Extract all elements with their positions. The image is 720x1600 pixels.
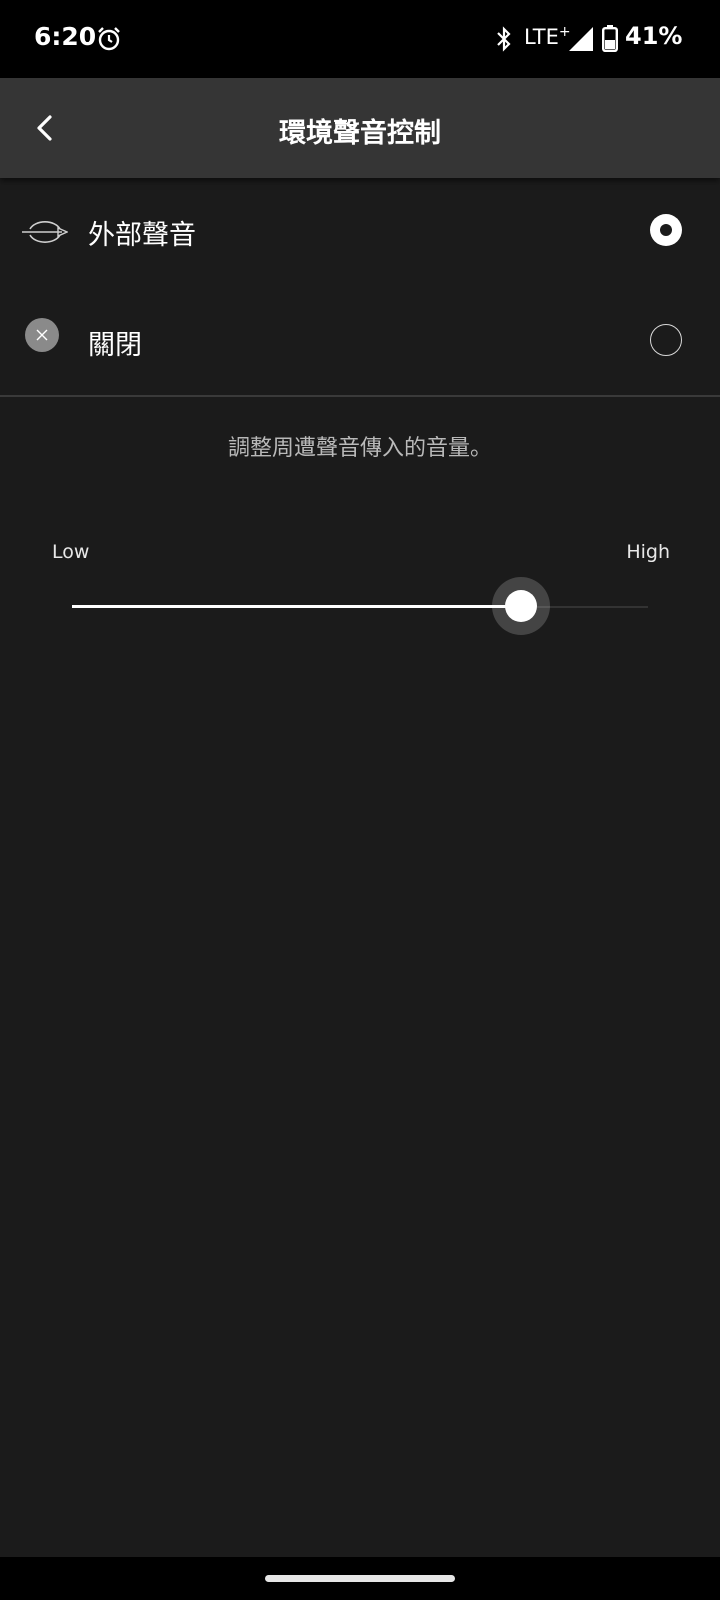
signal-icon bbox=[569, 27, 593, 51]
page-title: 環境聲音控制 bbox=[279, 118, 441, 149]
battery-percent: 41% bbox=[625, 22, 683, 50]
battery-icon bbox=[602, 25, 618, 52]
app-bar: 環境聲音控制 bbox=[0, 78, 720, 178]
description-text: 調整周遭聲音傳入的音量。 bbox=[227, 436, 492, 461]
alarm-icon bbox=[98, 27, 120, 51]
slider-high-label: High bbox=[626, 541, 670, 563]
divider bbox=[0, 395, 720, 397]
navigation-bar bbox=[0, 1557, 720, 1600]
status-time: 6:20 bbox=[34, 22, 97, 51]
radio-ambient-sound[interactable] bbox=[650, 214, 682, 246]
volume-slider-knob bbox=[505, 590, 538, 622]
home-gesture-handle[interactable] bbox=[265, 1575, 455, 1582]
ambient-sound-icon bbox=[22, 221, 68, 243]
option-off[interactable]: 關閉 bbox=[0, 288, 720, 396]
close-circle-icon bbox=[25, 318, 59, 352]
slider-low-label: Low bbox=[52, 541, 90, 563]
option-off-label: 關閉 bbox=[88, 330, 142, 361]
status-bar: 6:20 LTE+ 41% bbox=[0, 0, 720, 78]
radio-off[interactable] bbox=[650, 324, 682, 356]
volume-slider-thumb[interactable] bbox=[492, 577, 551, 635]
network-type: LTE+ bbox=[524, 24, 571, 49]
option-ambient-sound-label: 外部聲音 bbox=[88, 220, 196, 251]
volume-slider-fill bbox=[72, 605, 522, 608]
bluetooth-icon bbox=[497, 26, 511, 52]
volume-slider-track[interactable] bbox=[72, 577, 648, 635]
option-ambient-sound[interactable]: 外部聲音 bbox=[0, 178, 720, 286]
